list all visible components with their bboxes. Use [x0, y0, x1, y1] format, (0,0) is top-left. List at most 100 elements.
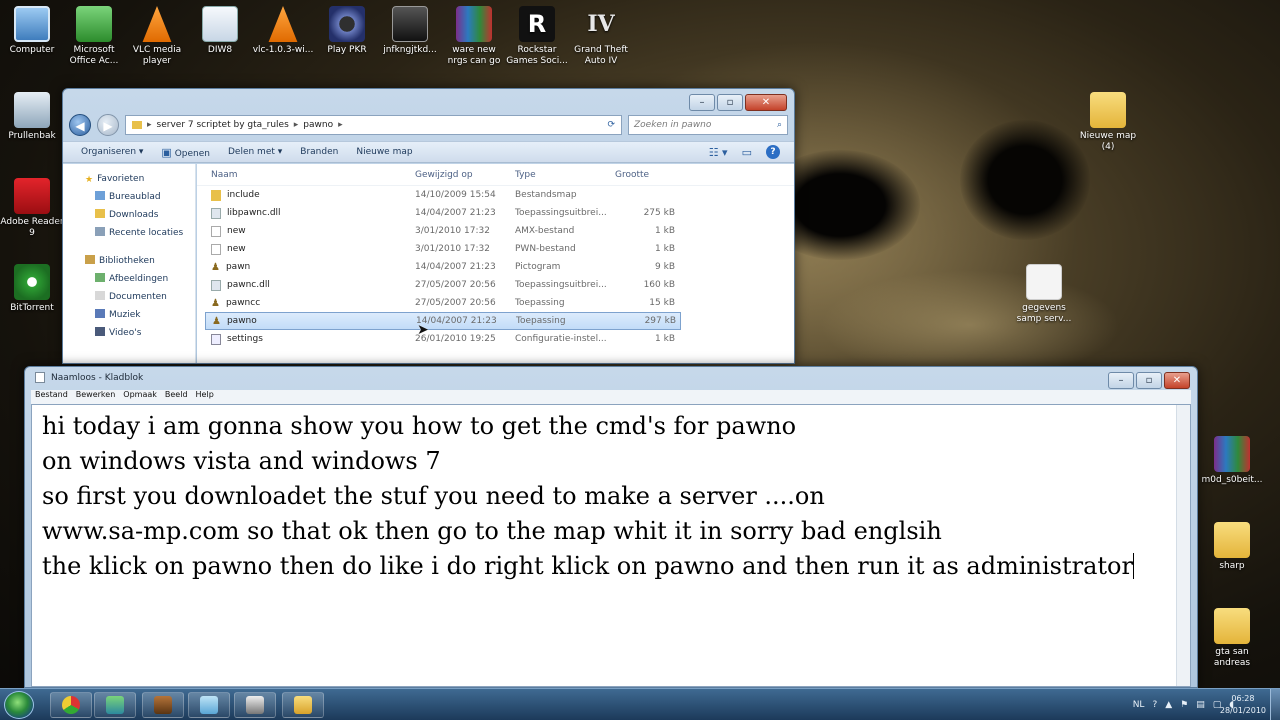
show-desktop-button[interactable]	[1270, 689, 1280, 720]
menu-edit[interactable]: Bewerken	[76, 390, 116, 404]
file-date: 26/01/2010 19:25	[415, 334, 496, 344]
document-icon	[202, 6, 238, 42]
file-row[interactable]: new 3/01/2010 17:32 PWN-bestand 1 kB	[197, 240, 794, 258]
preview-pane-icon[interactable]: ▭	[742, 146, 752, 159]
vertical-scrollbar[interactable]	[1176, 405, 1190, 686]
desktop-icon-rockstar[interactable]: R Rockstar Games Soci...	[505, 6, 569, 67]
file-row[interactable]: ♟ pawn 14/04/2007 21:23 Pictogram 9 kB	[197, 258, 794, 276]
desktop-icon-bittorrent[interactable]: BitTorrent	[0, 264, 64, 314]
nav-group-libraries[interactable]: Bibliotheken	[63, 252, 195, 270]
file-name-cell: pawnc.dll	[197, 279, 415, 291]
file-row[interactable]: include 14/10/2009 15:54 Bestandsmap	[197, 186, 794, 204]
file-row[interactable]: ♟ pawno 14/04/2007 21:23 Toepassing 297 kB	[205, 312, 681, 330]
adobe-icon	[14, 178, 50, 214]
desktop-icon-gta-san-andreas[interactable]: gta san andreas	[1200, 608, 1264, 669]
taskbar-game[interactable]	[142, 692, 184, 718]
desktop-icon-play-pkr[interactable]: Play PKR	[315, 6, 379, 56]
video-file-icon	[392, 6, 428, 42]
share-button[interactable]: Delen met ▾	[228, 147, 282, 157]
nav-group-favorites[interactable]: ★ Favorieten	[63, 170, 195, 188]
show-hidden-icons-icon[interactable]: ▲	[1165, 700, 1172, 710]
desktop-icon-adobe-reader[interactable]: Adobe Reader 9	[0, 178, 64, 239]
desktop-icon-computer[interactable]: Computer	[0, 6, 64, 56]
desktop-icon-sharp[interactable]: sharp	[1200, 522, 1264, 572]
nav-item-recent[interactable]: Recente locaties	[63, 224, 195, 242]
file-size: 1 kB	[655, 226, 675, 236]
pawn-app-icon: ♟	[211, 261, 220, 273]
desktop-icon-vlc[interactable]: VLC media player	[125, 6, 189, 67]
text-caret	[1132, 553, 1134, 579]
column-header-date[interactable]: Gewijzigd op	[415, 170, 515, 180]
breadcrumb-item[interactable]: pawno	[303, 120, 333, 130]
close-button[interactable]: ✕	[1164, 372, 1190, 389]
close-button[interactable]: ✕	[745, 94, 787, 111]
menu-format[interactable]: Opmaak	[123, 390, 157, 404]
file-row[interactable]: libpawnc.dll 14/04/2007 21:23 Toepassingsu…	[197, 204, 794, 222]
forward-button[interactable]: ▶	[97, 114, 119, 136]
refresh-icon[interactable]: ⟳	[607, 120, 621, 130]
desktop-icon-samp-server-file[interactable]: gegevens samp serv...	[1012, 264, 1076, 325]
file-row[interactable]: new 3/01/2010 17:32 AMX-bestand 1 kB	[197, 222, 794, 240]
start-button[interactable]	[4, 691, 34, 719]
file-row[interactable]: ♟ pawncc 27/05/2007 20:56 Toepassing 15 kB	[197, 294, 794, 312]
maximize-button[interactable]: ▫	[1136, 372, 1162, 389]
desktop-icon-label: BitTorrent	[10, 303, 54, 313]
minimize-button[interactable]: –	[689, 94, 715, 111]
nav-item-videos[interactable]: Video's	[63, 324, 195, 342]
help-tray-icon[interactable]: ?	[1152, 700, 1157, 710]
desktop-icon-winrar[interactable]: ware new nrgs can go	[442, 6, 506, 67]
pkr-icon	[329, 6, 365, 42]
network-icon[interactable]: ▤	[1196, 700, 1205, 710]
column-header-type[interactable]: Type	[515, 170, 615, 180]
desktop-icon-new-folder[interactable]: Nieuwe map (4)	[1076, 92, 1140, 153]
menu-view[interactable]: Beeld	[165, 390, 188, 404]
notepad-icon	[35, 372, 45, 383]
minimize-button[interactable]: –	[1108, 372, 1134, 389]
desktop-icon-m0d-s0beit[interactable]: m0d_s0beit...	[1200, 436, 1264, 486]
nav-item-music[interactable]: Muziek	[63, 306, 195, 324]
taskbar-notepad[interactable]	[188, 692, 230, 718]
taskbar-messenger[interactable]	[94, 692, 136, 718]
nav-item-desktop[interactable]: Bureaublad	[63, 188, 195, 206]
nav-item-label: Recente locaties	[109, 228, 184, 238]
new-folder-button[interactable]: Nieuwe map	[356, 147, 412, 157]
desktop-icon-vlc-installer[interactable]: vlc-1.0.3-wi...	[251, 6, 315, 56]
menu-help[interactable]: Help	[196, 390, 214, 404]
open-button[interactable]: ▣ Openen	[161, 146, 210, 159]
desktop-icon-recycle-bin[interactable]: Prullenbak	[0, 92, 64, 142]
search-input[interactable]: Zoeken in pawno ⌕	[628, 115, 788, 135]
column-header-size[interactable]: Grootte	[615, 170, 675, 180]
address-bar[interactable]: ▸ server 7 scriptet by gta_rules ▸ pawno…	[125, 115, 622, 135]
language-indicator[interactable]: NL	[1133, 700, 1145, 710]
desktop-icon-office[interactable]: Microsoft Office Ac...	[62, 6, 126, 67]
search-icon: ⌕	[776, 120, 782, 130]
column-header-name[interactable]: Naam	[197, 170, 415, 180]
share-label: Delen met	[227, 147, 275, 157]
help-icon[interactable]: ?	[766, 145, 780, 159]
notepad-window[interactable]: Naamloos - Kladblok – ▫ ✕ Bestand Bewerk…	[24, 366, 1198, 688]
desktop-icon-diw8[interactable]: DIW8	[188, 6, 252, 56]
maximize-button[interactable]: ▫	[717, 94, 743, 111]
desktop-icon-video[interactable]: jnfkngjtkd...	[378, 6, 442, 56]
security-icon[interactable]: ⚑	[1180, 700, 1188, 710]
taskbar-chrome[interactable]	[50, 692, 92, 718]
text-editor[interactable]: hi today i am gonna show you how to get …	[31, 404, 1191, 687]
nav-item-documents[interactable]: Documenten	[63, 288, 195, 306]
burn-button[interactable]: Branden	[300, 147, 338, 157]
desktop-icon-label: Play PKR	[327, 45, 367, 55]
view-options-icon[interactable]: ☷ ▾	[709, 146, 728, 159]
breadcrumb-item[interactable]: server 7 scriptet by gta_rules	[157, 120, 289, 130]
clock[interactable]: 06:28 28/01/2010	[1220, 693, 1266, 717]
file-row[interactable]: settings 26/01/2010 19:25 Configuratie-ins…	[197, 330, 794, 348]
window-controls: – ▫ ✕	[689, 94, 787, 111]
nav-item-downloads[interactable]: Downloads	[63, 206, 195, 224]
menu-file[interactable]: Bestand	[35, 390, 68, 404]
nav-item-pictures[interactable]: Afbeeldingen	[63, 270, 195, 288]
taskbar-recorder[interactable]	[234, 692, 276, 718]
back-button[interactable]: ◀	[69, 114, 91, 136]
file-row[interactable]: pawnc.dll 27/05/2007 20:56 Toepassingsuitb…	[197, 276, 794, 294]
desktop-icon-gta-iv[interactable]: IV Grand Theft Auto IV	[569, 6, 633, 67]
file-name-cell: new	[197, 225, 415, 237]
taskbar-explorer[interactable]	[282, 692, 324, 718]
organize-button[interactable]: Organiseren ▾	[81, 147, 143, 157]
